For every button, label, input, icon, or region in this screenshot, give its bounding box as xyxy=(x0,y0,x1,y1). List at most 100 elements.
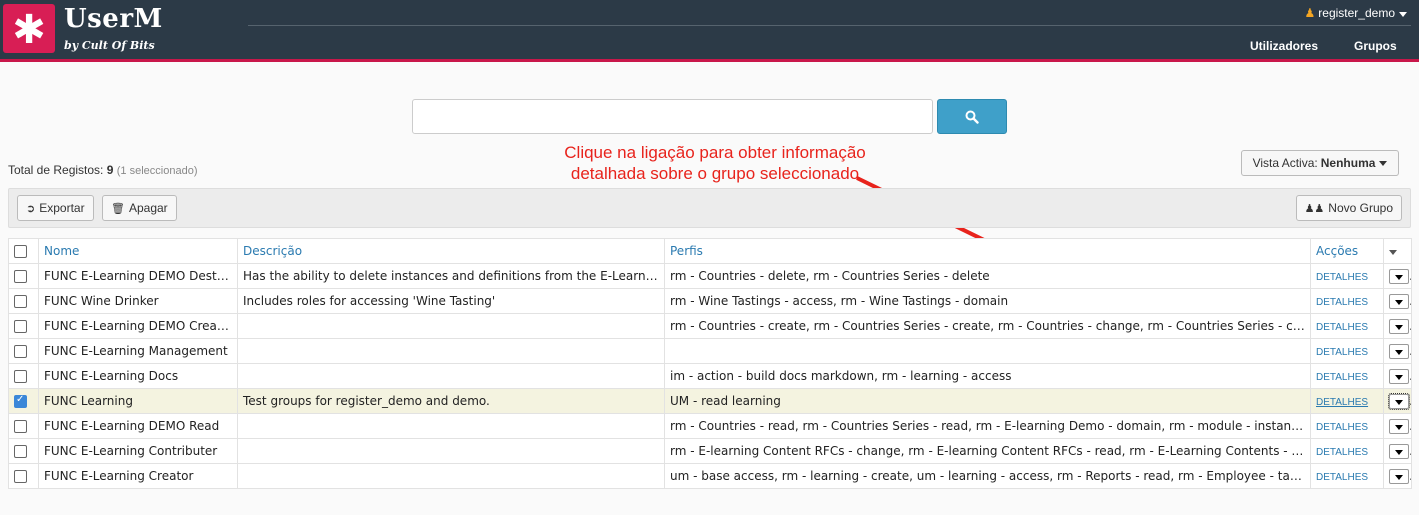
details-link[interactable]: DETALHES xyxy=(1316,472,1368,483)
details-link[interactable]: DETALHES xyxy=(1316,422,1368,433)
row-select-cell xyxy=(8,288,39,314)
row-select-cell xyxy=(8,463,39,489)
annotation-line-1: Clique na ligação para obter informação xyxy=(564,143,866,162)
app-logo[interactable]: ✱ xyxy=(3,4,55,53)
export-icon: ➲ xyxy=(26,202,36,215)
toolbar: ➲ Exportar 🗑 Apagar ♟♟ Novo Grupo xyxy=(8,188,1411,228)
row-actions-dropdown[interactable] xyxy=(1389,343,1409,359)
table-row[interactable]: FUNC E-Learning DEMO Destroyer Has the ab… xyxy=(8,263,1412,289)
row-select-cell xyxy=(8,388,39,414)
details-link[interactable]: DETALHES xyxy=(1316,297,1368,308)
search-input[interactable] xyxy=(412,99,933,134)
row-profiles: im - action - build docs markdown, rm - … xyxy=(664,363,1311,389)
table-row[interactable]: FUNC LearningTest groups for register_de… xyxy=(8,388,1412,414)
row-checkbox[interactable] xyxy=(14,295,27,308)
table-row[interactable]: FUNC E-Learning Creator um - base access,… xyxy=(8,463,1412,489)
details-link[interactable]: DETALHES xyxy=(1316,347,1368,358)
view-value: Nenhuma xyxy=(1320,156,1376,170)
row-checkbox[interactable] xyxy=(14,345,27,358)
row-actions-dropdown[interactable] xyxy=(1389,468,1409,484)
details-link[interactable]: DETALHES xyxy=(1316,397,1368,408)
details-link[interactable]: DETALHES xyxy=(1316,372,1368,383)
row-description xyxy=(237,413,665,439)
row-menu-cell xyxy=(1383,288,1412,314)
search-button[interactable] xyxy=(937,99,1007,134)
select-all-cell xyxy=(8,238,39,264)
row-actions-cell: DETALHES xyxy=(1310,438,1384,464)
row-select-cell xyxy=(8,438,39,464)
annotation-line-2: detalhada sobre o grupo seleccionado xyxy=(570,164,860,183)
row-profiles: UM - read learning xyxy=(664,388,1311,414)
new-group-label: Novo Grupo xyxy=(1328,201,1393,215)
row-actions-cell: DETALHES xyxy=(1310,263,1384,289)
row-actions-cell: DETALHES xyxy=(1310,463,1384,489)
top-bar: ✱ UserM by Cult Of Bits ♟ register_demo U… xyxy=(0,0,1419,62)
table-row[interactable]: FUNC Wine Drinker Includes roles for acce… xyxy=(8,288,1412,314)
row-menu-cell xyxy=(1383,338,1412,364)
details-link[interactable]: DETALHES xyxy=(1316,272,1368,283)
row-menu-cell xyxy=(1383,388,1412,414)
select-all-checkbox[interactable] xyxy=(14,245,27,258)
row-checkbox[interactable] xyxy=(14,445,27,458)
table-row[interactable]: FUNC E-Learning DEMO Read rm - Countries … xyxy=(8,413,1412,439)
col-header-name[interactable]: Nome xyxy=(38,238,238,264)
row-actions-cell: DETALHES xyxy=(1310,313,1384,339)
row-actions-dropdown[interactable] xyxy=(1389,293,1409,309)
row-actions-cell: DETALHES xyxy=(1310,413,1384,439)
row-checkbox[interactable] xyxy=(14,320,27,333)
table-row[interactable]: FUNC E-Learning Docs im - action - build … xyxy=(8,363,1412,389)
user-icon: ♟ xyxy=(1304,6,1316,20)
row-name: FUNC E-Learning Management xyxy=(38,338,238,364)
col-header-actions: Acções xyxy=(1310,238,1384,264)
row-actions-dropdown[interactable] xyxy=(1389,418,1409,434)
row-actions-dropdown[interactable] xyxy=(1389,368,1409,384)
annotation-text: Clique na ligação para obter informação … xyxy=(540,142,890,184)
records-summary: Total de Registos: 9 (1 seleccionado) xyxy=(8,163,197,177)
delete-button[interactable]: 🗑 Apagar xyxy=(102,195,177,221)
table-row[interactable]: FUNC E-Learning Management DETALHES xyxy=(8,338,1412,364)
row-profiles: um - base access, rm - learning - create… xyxy=(664,463,1311,489)
row-menu-cell xyxy=(1383,363,1412,389)
row-menu-cell xyxy=(1383,413,1412,439)
nav-utilizadores[interactable]: Utilizadores xyxy=(1250,39,1318,53)
row-actions-dropdown[interactable] xyxy=(1389,268,1409,284)
column-menu[interactable] xyxy=(1383,238,1412,264)
app-name[interactable]: UserM xyxy=(64,4,163,34)
nav-grupos[interactable]: Grupos xyxy=(1354,39,1397,53)
row-menu-cell xyxy=(1383,313,1412,339)
trash-icon: 🗑 xyxy=(111,202,125,215)
row-actions-dropdown[interactable] xyxy=(1389,318,1409,334)
row-profiles: rm - Countries - create, rm - Countries … xyxy=(664,313,1311,339)
row-description xyxy=(237,363,665,389)
user-menu[interactable]: ♟ register_demo xyxy=(1305,6,1407,20)
search-icon xyxy=(965,110,979,124)
row-checkbox[interactable] xyxy=(14,420,27,433)
row-checkbox[interactable] xyxy=(14,470,27,483)
row-select-cell xyxy=(8,263,39,289)
table-row[interactable]: FUNC E-Learning Contributer rm - E-learni… xyxy=(8,438,1412,464)
row-checkbox[interactable] xyxy=(14,270,27,283)
row-name: FUNC E-Learning DEMO Creator xyxy=(38,313,238,339)
active-view-dropdown[interactable]: Vista Activa: Nenhuma xyxy=(1241,150,1399,176)
col-header-profiles[interactable]: Perfis xyxy=(664,238,1311,264)
export-label: Exportar xyxy=(39,201,85,215)
row-name: FUNC E-Learning Contributer xyxy=(38,438,238,464)
row-actions-dropdown[interactable] xyxy=(1389,443,1409,459)
table-body: FUNC E-Learning DEMO Destroyer Has the ab… xyxy=(8,263,1412,489)
row-description xyxy=(237,313,665,339)
row-actions-dropdown[interactable] xyxy=(1388,392,1410,410)
export-button[interactable]: ➲ Exportar xyxy=(17,195,94,221)
row-description xyxy=(237,438,665,464)
row-checkbox[interactable] xyxy=(14,370,27,383)
details-link[interactable]: DETALHES xyxy=(1316,322,1368,333)
col-header-description[interactable]: Descrição xyxy=(237,238,665,264)
new-group-button[interactable]: ♟♟ Novo Grupo xyxy=(1295,195,1402,221)
row-menu-cell xyxy=(1383,438,1412,464)
row-checkbox[interactable] xyxy=(14,394,27,408)
groups-table: Nome Descrição Perfis Acções FUNC E-Lear… xyxy=(8,238,1412,489)
table-row[interactable]: FUNC E-Learning DEMO Creator rm - Countri… xyxy=(8,313,1412,339)
row-profiles: rm - Countries - read, rm - Countries Se… xyxy=(664,413,1311,439)
details-link[interactable]: DETALHES xyxy=(1316,447,1368,458)
row-description: Includes roles for accessing 'Wine Tasti… xyxy=(237,288,665,314)
row-name: FUNC Learning xyxy=(38,388,238,414)
